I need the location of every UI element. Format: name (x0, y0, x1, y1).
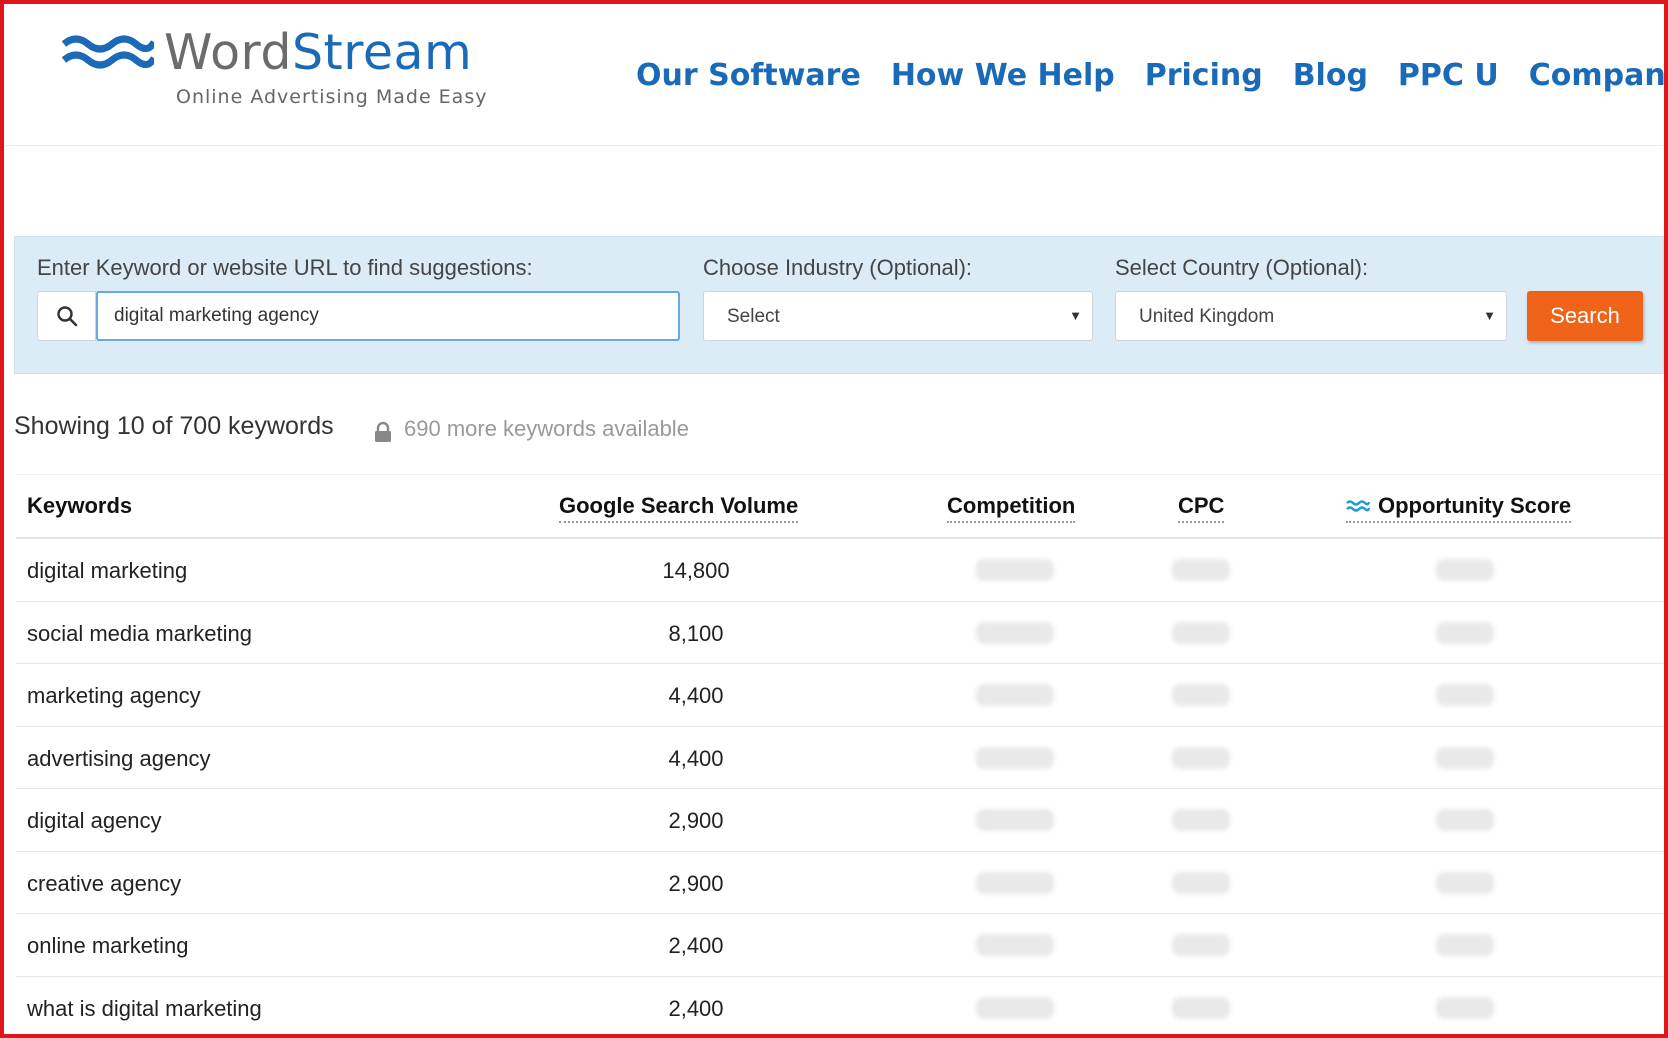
competition-locked-value (976, 746, 1054, 769)
competition-locked-value (976, 684, 1054, 706)
cpc-locked-value (1172, 621, 1230, 644)
opportunity-locked-value (1436, 621, 1494, 644)
volume-cell: 2,400 (668, 995, 724, 1021)
keyword-cell: social media marketing (27, 620, 252, 646)
competition-locked-value (976, 809, 1054, 831)
header-opportunity-score[interactable]: Opportunity Score (1346, 493, 1572, 523)
chevron-down-icon: ▼ (1483, 308, 1496, 323)
keyword-input[interactable] (96, 291, 680, 341)
cpc-locked-value (1172, 746, 1230, 769)
nav-our-software[interactable]: Our Software (636, 58, 861, 93)
table-row: creative agency 2,900 (16, 852, 1664, 914)
table-header: Keywords Google Search Volume Competitio… (16, 475, 1664, 539)
more-keywords-notice[interactable]: 690 more keywords available (374, 416, 689, 442)
nav-pricing[interactable]: Pricing (1145, 58, 1263, 93)
main-nav: Our Software How We Help Pricing Blog PP… (636, 58, 1664, 93)
opportunity-locked-value (1436, 934, 1494, 956)
table-row: online marketing 2,400 (16, 914, 1664, 977)
industry-selected-value: Select (727, 306, 780, 327)
table-row: advertising agency 4,400 (16, 727, 1664, 789)
competition-locked-value (976, 871, 1054, 894)
keyword-search-panel: Enter Keyword or website URL to find sug… (14, 236, 1664, 374)
volume-cell: 4,400 (668, 683, 724, 708)
cpc-locked-value (1172, 559, 1230, 581)
chevron-down-icon: ▼ (1069, 308, 1082, 323)
opportunity-locked-value (1436, 809, 1494, 831)
search-button[interactable]: Search (1527, 291, 1643, 341)
cpc-locked-value (1172, 684, 1230, 706)
volume-cell: 2,400 (668, 933, 724, 958)
keyword-cell: creative agency (27, 870, 182, 896)
cpc-locked-value (1172, 996, 1230, 1019)
header-search-volume[interactable]: Google Search Volume (559, 493, 799, 523)
competition-locked-value (976, 621, 1054, 644)
wave-icon (1346, 500, 1370, 512)
country-label: Select Country (Optional): (1115, 255, 1369, 280)
browser-frame: WordStream Online Advertising Made Easy … (0, 0, 1668, 1038)
nav-how-we-help[interactable]: How We Help (891, 58, 1115, 93)
country-selected-value: United Kingdom (1139, 306, 1275, 327)
volume-cell: 2,900 (668, 808, 724, 833)
logo-wordmark: WordStream (164, 24, 473, 81)
competition-locked-value (976, 559, 1054, 581)
keyword-cell: advertising agency (27, 745, 211, 771)
keyword-cell: digital marketing (27, 558, 188, 583)
opportunity-locked-value (1436, 559, 1494, 581)
results-summary: Showing 10 of 700 keywords (14, 412, 334, 440)
keyword-cell: marketing agency (27, 683, 201, 708)
site-header: WordStream Online Advertising Made Easy … (4, 4, 1664, 146)
keyword-label: Enter Keyword or website URL to find sug… (37, 255, 533, 280)
cpc-locked-value (1172, 871, 1230, 894)
country-select[interactable]: United Kingdom ▼ (1115, 291, 1507, 341)
header-competition[interactable]: Competition (947, 493, 1076, 523)
keyword-cell: online marketing (27, 933, 189, 958)
search-icon (38, 292, 96, 340)
table-row: what is digital marketing 2,400 (16, 977, 1664, 1035)
table-row: marketing agency 4,400 (16, 664, 1664, 727)
table-row: digital agency 2,900 (16, 789, 1664, 852)
volume-cell: 2,900 (668, 870, 724, 896)
wave-logo-icon (62, 35, 154, 69)
opportunity-locked-value (1436, 871, 1494, 894)
opportunity-locked-value (1436, 996, 1494, 1019)
volume-cell: 4,400 (668, 745, 724, 771)
volume-cell: 14,800 (662, 558, 730, 583)
nav-company[interactable]: Company (1529, 58, 1664, 93)
keyword-cell: what is digital marketing (27, 995, 262, 1021)
wordstream-logo[interactable]: WordStream Online Advertising Made Easy (62, 24, 502, 110)
volume-cell: 8,100 (668, 620, 724, 646)
opportunity-locked-value (1436, 684, 1494, 706)
table-row: digital marketing 14,800 (16, 539, 1664, 602)
opportunity-score-label: Opportunity Score (1378, 493, 1572, 518)
keyword-cell: digital agency (27, 808, 162, 833)
industry-select[interactable]: Select ▼ (703, 291, 1093, 341)
nav-blog[interactable]: Blog (1293, 58, 1368, 93)
competition-locked-value (976, 934, 1054, 956)
header-cpc[interactable]: CPC (1178, 493, 1225, 523)
nav-ppc-u[interactable]: PPC U (1398, 58, 1499, 93)
cpc-locked-value (1172, 809, 1230, 831)
header-keywords: Keywords (27, 493, 133, 518)
keyword-search-box (37, 291, 680, 341)
opportunity-locked-value (1436, 746, 1494, 769)
competition-locked-value (976, 996, 1054, 1019)
table-body: digital marketing 14,800 social media mark… (16, 539, 1664, 1035)
lock-icon (375, 421, 391, 442)
logo-tagline: Online Advertising Made Easy (176, 86, 488, 108)
table-row: social media marketing 8,100 (16, 602, 1664, 664)
industry-label: Choose Industry (Optional): (703, 255, 973, 280)
keyword-results-table: Keywords Google Search Volume Competitio… (16, 474, 1664, 1035)
cpc-locked-value (1172, 934, 1230, 956)
more-keywords-text: 690 more keywords available (404, 416, 689, 441)
